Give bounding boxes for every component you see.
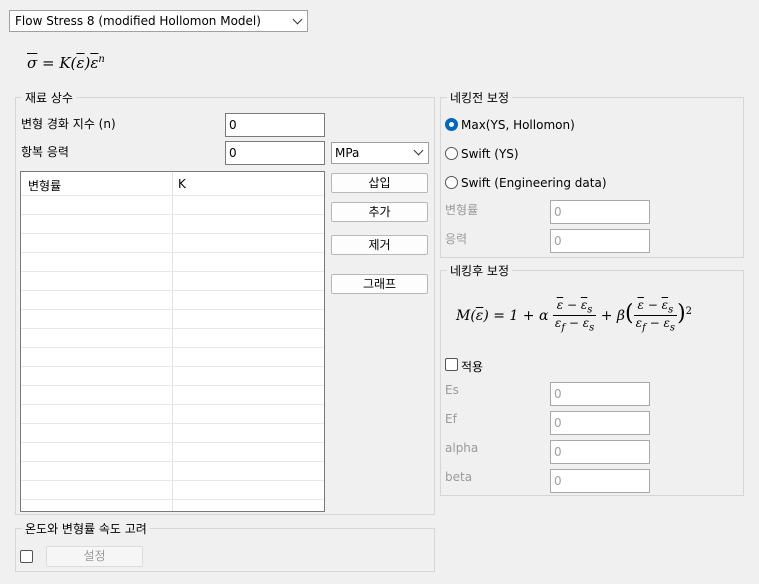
table-row [21,347,324,348]
alpha-input[interactable]: 0 [550,440,650,464]
table-row [21,290,324,291]
post-necking-formula: M(ε) = 1 + α ε − εs εf − εs + β(ε − εs εf … [456,298,693,334]
add-button[interactable]: 추가 [331,202,428,222]
ef-label: Ef [445,412,457,426]
table-row [21,423,324,424]
unit-select[interactable]: MPa [331,142,429,164]
post-necking-title: 네킹후 보정 [447,262,513,279]
material-constants-title: 재료 상수 [22,89,76,106]
ef-input[interactable]: 0 [550,411,650,435]
yield-stress-input[interactable]: 0 [225,141,325,165]
pre-strain-input[interactable]: 0 [550,200,650,224]
column-header-k: K [178,177,186,191]
radio-swift-ys[interactable] [445,147,458,160]
radio-swift-ys-label[interactable]: Swift (YS) [461,147,519,161]
table-row [21,195,324,196]
radio-swift-engineering-label[interactable]: Swift (Engineering data) [461,176,607,190]
strain-k-table[interactable]: 변형률 K [20,171,325,512]
beta-input[interactable]: 0 [550,469,650,493]
model-select-value: Flow Stress 8 (modified Hollomon Model) [15,14,261,28]
table-row [21,461,324,462]
pre-strain-label: 변형률 [445,203,479,217]
radio-max-ys-hollomon[interactable] [445,118,458,131]
table-row [21,404,324,405]
apply-label[interactable]: 적용 [461,358,483,375]
settings-button[interactable]: 설정 [46,546,143,567]
graph-button[interactable]: 그래프 [331,274,428,294]
hardening-exponent-label: 변형 경화 지수 (n) [21,117,116,131]
table-row [21,309,324,310]
temp-rate-title: 온도와 변형률 속도 고려 [22,520,150,537]
unit-select-value: MPa [335,146,360,160]
table-row [21,252,324,253]
table-row [21,233,324,234]
pre-stress-input[interactable]: 0 [550,229,650,253]
table-row [21,442,324,443]
apply-checkbox[interactable] [445,358,458,371]
table-row [21,366,324,367]
remove-button[interactable]: 제거 [331,235,428,255]
table-row [21,499,324,500]
alpha-label: alpha [445,441,479,455]
pre-necking-title: 네킹전 보정 [447,89,513,106]
table-row [21,328,324,329]
table-row [21,385,324,386]
beta-label: beta [445,470,473,484]
hardening-exponent-input[interactable]: 0 [225,113,325,137]
yield-stress-label: 항복 응력 [21,145,69,159]
column-header-strain: 변형률 [28,179,62,193]
table-row [21,271,324,272]
radio-max-ys-hollomon-label[interactable]: Max(YS, Hollomon) [461,118,575,132]
chevron-down-icon [292,14,303,25]
flow-stress-formula: σ = K(ε)εn [27,54,105,72]
es-input[interactable]: 0 [550,382,650,406]
insert-button[interactable]: 삽입 [331,173,428,193]
chevron-down-icon [413,145,424,156]
temp-rate-checkbox[interactable] [20,550,33,563]
model-select[interactable]: Flow Stress 8 (modified Hollomon Model) [9,10,308,32]
table-row [21,214,324,215]
radio-swift-engineering[interactable] [445,176,458,189]
es-label: Es [445,383,459,397]
table-row [21,480,324,481]
pre-stress-label: 응력 [445,232,468,246]
